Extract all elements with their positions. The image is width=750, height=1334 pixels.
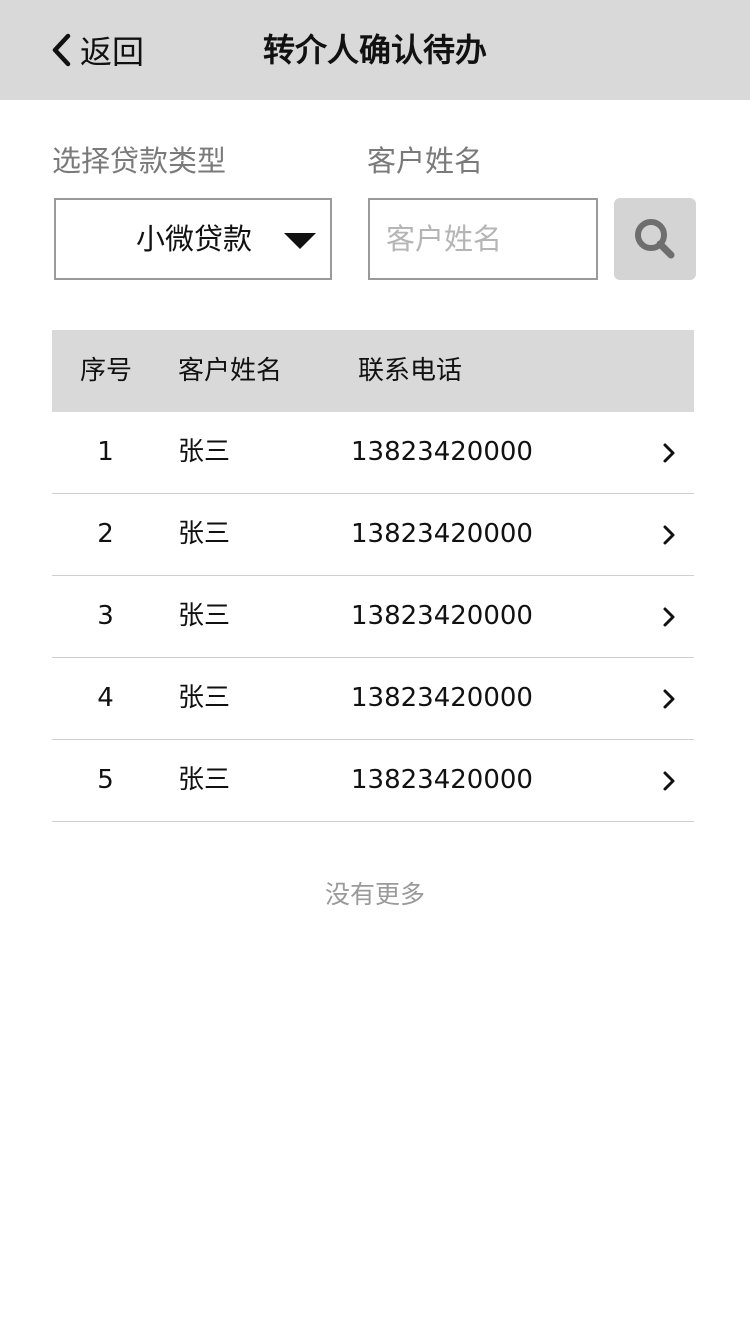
row-phone: 13823420000 [351, 765, 533, 795]
row-phone: 13823420000 [351, 683, 533, 713]
table-row[interactable]: 3 张三 13823420000 [52, 576, 694, 658]
chevron-right-icon [663, 607, 675, 627]
row-customer-name: 张三 [178, 437, 231, 467]
customer-name-label: 客户姓名 [367, 144, 484, 178]
table-row[interactable]: 2 张三 13823420000 [52, 494, 694, 576]
search-icon [635, 219, 675, 259]
row-customer-name: 张三 [178, 683, 231, 713]
loan-type-select[interactable]: 小微贷款 [54, 198, 332, 280]
row-customer-name: 张三 [178, 765, 231, 795]
page-title: 转介人确认待办 [262, 31, 487, 69]
row-index: 1 [97, 437, 114, 467]
loan-type-label: 选择贷款类型 [52, 144, 227, 178]
chevron-right-icon [663, 771, 675, 791]
table-row[interactable]: 5 张三 13823420000 [52, 740, 694, 822]
search-button[interactable] [614, 198, 696, 280]
loan-type-value: 小微贷款 [136, 222, 253, 256]
chevron-right-icon [663, 443, 675, 463]
table-row[interactable]: 4 张三 13823420000 [52, 658, 694, 740]
dropdown-arrow-icon [284, 233, 316, 249]
row-index: 3 [97, 601, 114, 631]
row-customer-name: 张三 [178, 601, 231, 631]
table-header: 序号 客户姓名 联系电话 [52, 330, 694, 412]
row-index: 4 [97, 683, 114, 713]
row-customer-name: 张三 [178, 519, 231, 549]
row-phone: 13823420000 [351, 601, 533, 631]
row-phone: 13823420000 [351, 437, 533, 467]
table-row[interactable]: 1 张三 13823420000 [52, 412, 694, 494]
customer-name-input[interactable] [368, 198, 598, 280]
top-nav-bar: 返回 转介人确认待办 [0, 0, 750, 100]
header-customer-name: 客户姓名 [178, 356, 283, 386]
table-body: 1 张三 13823420000 2 张三 13823420000 3 张三 1… [52, 412, 694, 822]
chevron-right-icon [663, 689, 675, 709]
chevron-right-icon [663, 525, 675, 545]
row-index: 5 [97, 765, 114, 795]
row-phone: 13823420000 [351, 519, 533, 549]
header-index: 序号 [80, 356, 133, 386]
row-index: 2 [97, 519, 114, 549]
header-phone: 联系电话 [358, 356, 463, 386]
no-more-text: 没有更多 [324, 880, 425, 909]
